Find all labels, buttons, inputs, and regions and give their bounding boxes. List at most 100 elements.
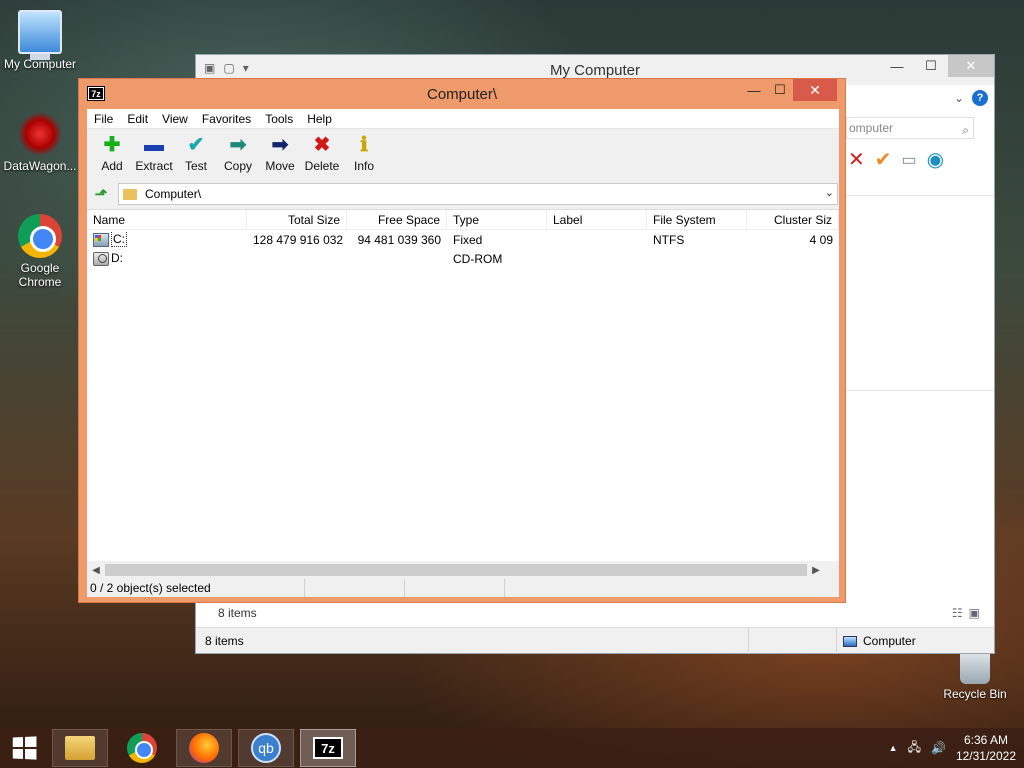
taskbar-firefox[interactable]: [176, 729, 232, 767]
7zip-title: Computer\: [426, 86, 498, 103]
system-tray: ▲ 🖧 🔊 6:36 AM 12/31/2022: [889, 728, 1016, 768]
delete-icon[interactable]: ✕: [848, 147, 865, 172]
desktop-icon-recycle-bin[interactable]: Recycle Bin: [935, 648, 1015, 701]
taskbar: qb 7z ▲ 🖧 🔊 6:36 AM 12/31/2022: [0, 728, 1024, 768]
cell-cluster-size: 4 09: [809, 232, 833, 247]
status-selection: 0 / 2 object(s) selected: [87, 579, 305, 597]
add-button[interactable]: ✚ Add: [91, 129, 133, 181]
horizontal-scrollbar[interactable]: ◀ ▶: [87, 561, 839, 579]
cd-drive-icon: [93, 251, 109, 266]
folder-icon: [65, 736, 95, 760]
test-button[interactable]: ✔ Test: [175, 129, 217, 181]
cell-total-size: 128 479 916 032: [253, 232, 344, 247]
minimize-button[interactable]: —: [741, 79, 767, 101]
start-button[interactable]: [0, 728, 48, 768]
chevron-down-icon[interactable]: ⌄: [825, 186, 834, 199]
menu-favorites[interactable]: Favorites: [195, 109, 258, 128]
column-header-free-space[interactable]: Free Space: [347, 210, 447, 229]
move-button[interactable]: ➡ Move: [259, 129, 301, 181]
menu-help[interactable]: Help: [300, 109, 339, 128]
maximize-button[interactable]: ☐: [767, 79, 793, 101]
cell-type: CD-ROM: [453, 251, 503, 266]
search-input[interactable]: omputer ⌕: [846, 117, 974, 139]
globe-icon[interactable]: ◉: [927, 147, 944, 172]
desktop-icon-datawagon[interactable]: DataWagon...: [0, 112, 80, 173]
menu-tools[interactable]: Tools: [258, 109, 300, 128]
delete-icon: ✖: [313, 134, 331, 156]
rename-icon[interactable]: ▭: [902, 150, 917, 170]
taskbar-chrome[interactable]: [114, 729, 170, 767]
copy-icon: ➡: [229, 134, 247, 156]
clock[interactable]: 6:36 AM 12/31/2022: [956, 732, 1016, 764]
network-icon[interactable]: 🖧: [908, 738, 921, 759]
cell-type: Fixed: [453, 232, 483, 247]
scroll-thumb[interactable]: [105, 564, 807, 576]
info-button[interactable]: ℹ Info: [343, 129, 385, 181]
status-panel: [305, 579, 405, 597]
explorer-statusbar: 8 items Computer: [196, 627, 994, 654]
close-button[interactable]: ✕: [948, 55, 994, 77]
search-icon[interactable]: ⌕: [962, 120, 969, 140]
ribbon-controls: ⌄ ?: [846, 87, 994, 109]
address-combobox[interactable]: Computer\ ⌄: [118, 183, 838, 205]
list-header: Name Total Size Free Space Type Label Fi…: [87, 210, 839, 230]
chrome-icon: [127, 733, 157, 763]
extract-button[interactable]: ▬ Extract: [133, 129, 175, 181]
delete-button[interactable]: ✖ Delete: [301, 129, 343, 181]
datawagon-icon: [18, 112, 62, 156]
up-arrow-icon: ⬏: [94, 186, 108, 203]
close-button[interactable]: ✕: [793, 79, 837, 101]
clock-date: 12/31/2022: [955, 749, 1016, 763]
desktop-icon-label: Google Chrome: [18, 261, 62, 289]
minimize-button[interactable]: —: [880, 55, 914, 77]
chevron-down-icon[interactable]: ⌄: [954, 91, 964, 105]
large-icons-view-icon[interactable]: ▣: [969, 606, 980, 620]
divider: [846, 195, 994, 196]
column-header-total-size[interactable]: Total Size: [247, 210, 347, 229]
desktop-icon-my-computer[interactable]: My Computer: [0, 10, 80, 71]
file-list[interactable]: Name Total Size Free Space Type Label Fi…: [87, 209, 839, 579]
status-location-label: Computer: [863, 634, 916, 648]
column-header-type[interactable]: Type: [447, 210, 547, 229]
cell-file-system: NTFS: [653, 232, 685, 247]
column-header-label[interactable]: Label: [547, 210, 647, 229]
extract-icon: ▬: [144, 134, 164, 156]
cell-name: D:: [87, 251, 247, 266]
scroll-left-icon[interactable]: ◀: [87, 565, 105, 576]
7zip-window[interactable]: 7z Computer\ — ☐ ✕ File Edit View Favori…: [78, 78, 846, 603]
menu-bar: File Edit View Favorites Tools Help: [87, 109, 839, 129]
add-icon: ✚: [103, 134, 121, 156]
volume-icon[interactable]: 🔊: [931, 741, 946, 755]
item-count: 8 items: [218, 606, 257, 620]
computer-icon: [18, 10, 62, 60]
menu-view[interactable]: View: [155, 109, 195, 128]
cell-free-space: 94 481 039 360: [357, 232, 441, 247]
menu-file[interactable]: File: [87, 109, 120, 128]
taskbar-file-explorer[interactable]: [52, 729, 108, 767]
taskbar-qbittorrent[interactable]: qb: [238, 729, 294, 767]
menu-edit[interactable]: Edit: [120, 109, 155, 128]
help-icon[interactable]: ?: [972, 90, 988, 106]
column-header-name[interactable]: Name: [87, 210, 247, 229]
status-panel: [405, 579, 505, 597]
chrome-icon: [18, 214, 62, 258]
list-item[interactable]: C: 128 479 916 032 94 481 039 360 Fixed …: [87, 230, 839, 249]
desktop-icon-google-chrome[interactable]: Google Chrome: [0, 214, 80, 289]
scroll-right-icon[interactable]: ▶: [807, 565, 825, 576]
taskbar-7zip[interactable]: 7z: [300, 729, 356, 767]
list-item[interactable]: D: CD-ROM: [87, 249, 839, 268]
up-folder-button[interactable]: ⬏: [90, 184, 112, 204]
7zip-client-area: File Edit View Favorites Tools Help ✚ Ad…: [87, 109, 839, 597]
info-icon: ℹ: [360, 134, 368, 156]
7zip-statusbar: 0 / 2 object(s) selected: [87, 579, 839, 597]
column-header-cluster-size[interactable]: Cluster Siz: [747, 210, 839, 229]
7zip-titlebar[interactable]: 7z Computer\ — ☐ ✕: [79, 79, 845, 107]
copy-button[interactable]: ➡ Copy: [217, 129, 259, 181]
divider: [748, 628, 749, 654]
column-header-file-system[interactable]: File System: [647, 210, 747, 229]
move-icon: ➡: [271, 134, 289, 156]
details-view-icon[interactable]: ☷: [952, 606, 963, 620]
show-hidden-icons-icon[interactable]: ▲: [889, 743, 898, 753]
check-icon[interactable]: ✔: [875, 147, 892, 172]
maximize-button[interactable]: ☐: [914, 55, 948, 77]
